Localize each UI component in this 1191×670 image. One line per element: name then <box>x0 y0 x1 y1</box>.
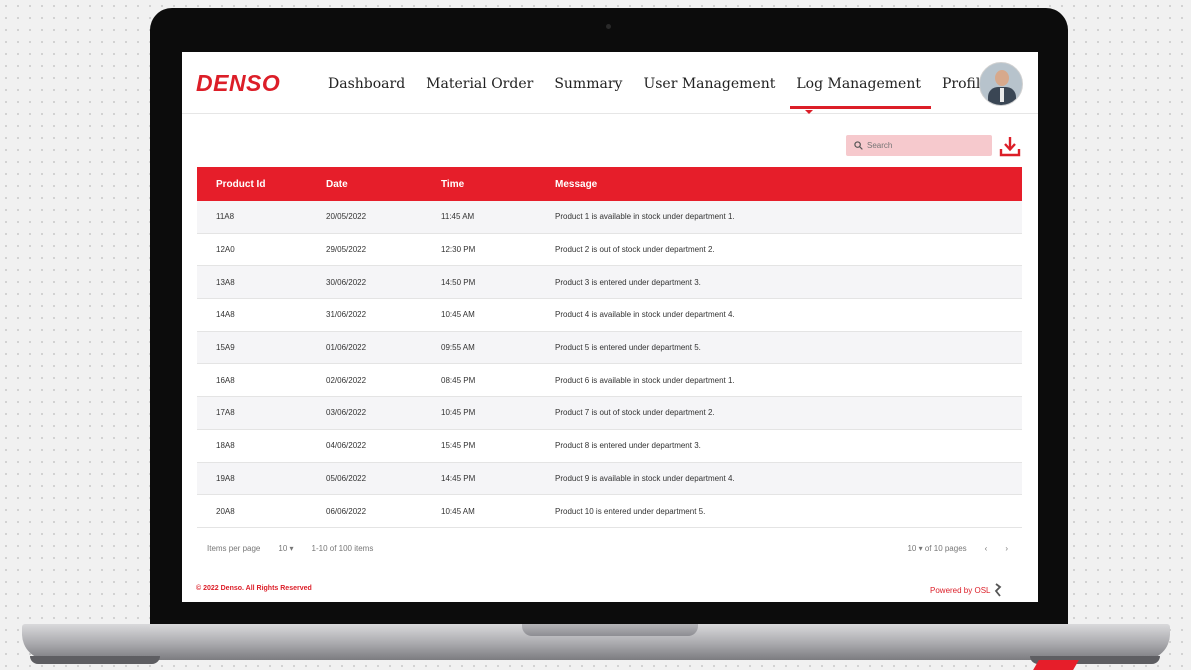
items-per-page-select[interactable]: 10 ▾ <box>278 544 293 553</box>
cell-message: Product 9 is available in stock under de… <box>555 473 735 483</box>
next-page-button[interactable]: › <box>1005 544 1008 553</box>
active-tab-indicator <box>805 110 813 114</box>
download-icon[interactable] <box>999 134 1021 158</box>
page-select[interactable]: 10 ▾ of 10 pages <box>907 544 966 553</box>
cell-message: Product 10 is entered under department 5… <box>555 506 706 516</box>
chevron-down-icon: ▾ <box>289 543 294 553</box>
search-box[interactable] <box>846 135 992 156</box>
table-row[interactable]: 20A8 06/06/2022 10:45 AM Product 10 is ente… <box>197 495 1022 528</box>
cell-message: Product 5 is entered under department 5. <box>555 343 701 353</box>
nav-item-dashboard[interactable]: Dashboard <box>328 76 405 92</box>
column-header-product-id[interactable]: Product Id <box>197 179 309 190</box>
cell-time: 10:45 AM <box>441 310 475 320</box>
osl-logo-icon <box>995 583 1002 597</box>
top-navigation-bar: DENSO Dashboard Material Order Summary U… <box>182 52 1038 114</box>
table-row[interactable]: 17A8 03/06/2022 10:45 PM Product 7 is out o… <box>197 397 1022 430</box>
cell-message: Product 4 is available in stock under de… <box>555 310 735 320</box>
table-body: 11A8 20/05/2022 11:45 AM Product 1 is avail… <box>197 201 1022 528</box>
cell-date: 01/06/2022 <box>326 343 367 353</box>
table-header: Product Id Date Time Message <box>197 167 1022 201</box>
powered-by-text: Powered by OSL <box>930 585 991 595</box>
items-per-page-value: 10 <box>278 543 288 553</box>
cell-time: 15:45 PM <box>441 441 476 451</box>
table-row[interactable]: 16A8 02/06/2022 08:45 PM Product 6 is avail… <box>197 364 1022 398</box>
user-avatar[interactable] <box>979 62 1023 106</box>
pages-text: of 10 pages <box>924 543 967 553</box>
decorative-accent <box>1033 660 1079 670</box>
cell-date: 04/06/2022 <box>326 441 367 451</box>
cell-message: Product 6 is available in stock under de… <box>555 375 735 385</box>
cell-message: Product 7 is out of stock under departme… <box>555 408 715 418</box>
cell-time: 08:45 PM <box>441 375 476 385</box>
app-screen: DENSO Dashboard Material Order Summary U… <box>182 52 1038 602</box>
log-table: Product Id Date Time Message 11A8 20/05/2… <box>197 167 1022 528</box>
cell-product-id: 16A8 <box>216 375 235 385</box>
cell-date: 03/06/2022 <box>326 408 367 418</box>
cell-time: 14:50 PM <box>441 277 476 287</box>
column-header-date[interactable]: Date <box>309 179 423 190</box>
cell-message: Product 2 is out of stock under departme… <box>555 245 715 255</box>
page-value: 10 <box>907 543 917 553</box>
nav-item-material-order[interactable]: Material Order <box>426 76 533 92</box>
page-controls: 10 ▾ of 10 pages ‹ › <box>907 544 1022 553</box>
cell-message: Product 1 is available in stock under de… <box>555 212 735 222</box>
table-row[interactable]: 18A8 04/06/2022 15:45 PM Product 8 is enter… <box>197 430 1022 463</box>
laptop-foot-left <box>30 656 160 664</box>
column-header-time[interactable]: Time <box>423 179 535 190</box>
pagination-bar: Items per page 10 ▾ 1-10 of 100 items 10… <box>197 534 1022 562</box>
cell-product-id: 18A8 <box>216 441 235 451</box>
search-icon <box>854 141 863 150</box>
cell-message: Product 3 is entered under department 3. <box>555 277 701 287</box>
nav-item-user-management[interactable]: User Management <box>643 76 775 92</box>
nav-item-log-management[interactable]: Log Management <box>790 76 931 109</box>
cell-product-id: 19A8 <box>216 473 235 483</box>
cell-date: 06/06/2022 <box>326 506 367 516</box>
cell-product-id: 15A9 <box>216 343 235 353</box>
cell-time: 12:30 PM <box>441 245 476 255</box>
items-range-text: 1-10 of 100 items <box>311 543 374 553</box>
cell-date: 29/05/2022 <box>326 245 367 255</box>
cell-product-id: 20A8 <box>216 506 235 516</box>
main-nav: Dashboard Material Order Summary User Ma… <box>328 76 1010 109</box>
cell-date: 02/06/2022 <box>326 375 367 385</box>
cell-message: Product 8 is entered under department 3. <box>555 441 701 451</box>
prev-page-button[interactable]: ‹ <box>985 544 988 553</box>
table-row[interactable]: 15A9 01/06/2022 09:55 AM Product 5 is enter… <box>197 331 1022 365</box>
cell-time: 10:45 AM <box>441 506 475 516</box>
cell-product-id: 12A0 <box>216 245 235 255</box>
chevron-down-icon: ▾ <box>918 543 923 553</box>
search-input[interactable] <box>867 141 987 150</box>
items-per-page-label: Items per page <box>207 543 261 553</box>
cell-product-id: 11A8 <box>216 212 235 222</box>
laptop-notch <box>522 624 698 636</box>
cell-product-id: 13A8 <box>216 277 235 287</box>
cell-time: 09:55 AM <box>441 343 475 353</box>
powered-by[interactable]: Powered by OSL <box>930 583 1002 597</box>
cell-date: 31/06/2022 <box>326 310 367 320</box>
cell-product-id: 17A8 <box>216 408 235 418</box>
brand-logo[interactable]: DENSO <box>196 70 280 97</box>
cell-time: 10:45 PM <box>441 408 476 418</box>
copyright-text: © 2022 Denso. All Rights Reserved <box>196 585 312 592</box>
cell-product-id: 14A8 <box>216 310 235 320</box>
cell-date: 05/06/2022 <box>326 473 367 483</box>
cell-time: 11:45 AM <box>441 212 475 222</box>
table-row[interactable]: 12A0 29/05/2022 12:30 PM Product 2 is out o… <box>197 234 1022 267</box>
table-row[interactable]: 11A8 20/05/2022 11:45 AM Product 1 is avail… <box>197 201 1022 234</box>
table-row[interactable]: 14A8 31/06/2022 10:45 AM Product 4 is avail… <box>197 299 1022 332</box>
table-row[interactable]: 19A8 05/06/2022 14:45 PM Product 9 is avail… <box>197 462 1022 496</box>
cell-time: 14:45 PM <box>441 473 476 483</box>
nav-item-summary[interactable]: Summary <box>554 76 622 92</box>
table-row[interactable]: 13A8 30/06/2022 14:50 PM Product 3 is enter… <box>197 266 1022 300</box>
cell-date: 30/06/2022 <box>326 277 367 287</box>
webcam <box>606 24 611 29</box>
column-header-message[interactable]: Message <box>535 179 1022 190</box>
cell-date: 20/05/2022 <box>326 212 367 222</box>
